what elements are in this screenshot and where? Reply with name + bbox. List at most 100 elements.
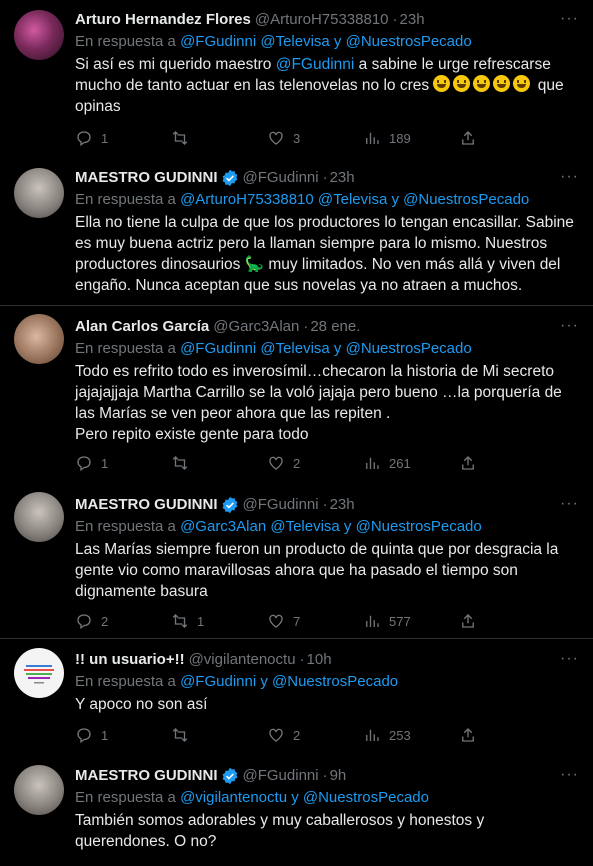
tweet[interactable]: MAESTRO GUDINNI @FGudinni · 23h ··· En r… [0, 484, 593, 639]
tweet-text: Todo es refrito todo es inverosímil…chec… [75, 363, 562, 443]
tweet-header: MAESTRO GUDINNI @FGudinni · 23h [75, 168, 579, 188]
like-button[interactable]: 2 [267, 726, 363, 744]
grinning-face-emoji [513, 75, 531, 92]
avatar[interactable] [14, 10, 64, 60]
reply-mentions[interactable]: @ArturoH75338810 @Televisa y @NuestrosPe… [180, 191, 529, 208]
avatar[interactable] [14, 168, 64, 218]
more-options-icon[interactable]: ··· [560, 168, 579, 186]
more-options-icon[interactable]: ··· [560, 317, 579, 335]
reply-count: 1 [101, 130, 109, 146]
user-handle[interactable]: @vigilantenoctu [189, 650, 296, 670]
reply-icon [77, 728, 91, 744]
retweet-button[interactable] [171, 129, 267, 147]
share-button[interactable] [459, 612, 477, 630]
tweet-text: Las Marías siempre fueron un producto de… [75, 541, 563, 600]
more-options-icon[interactable]: ··· [560, 766, 579, 784]
display-name[interactable]: MAESTRO GUDINNI [75, 766, 218, 786]
like-button[interactable]: 7 [267, 612, 363, 630]
reply-context: En respuesta a @FGudinni @Televisa y @Nu… [75, 32, 579, 52]
display-name[interactable]: Arturo Hernandez Flores [75, 10, 251, 30]
more-options-icon[interactable]: ··· [560, 10, 579, 28]
retweet-button[interactable] [171, 726, 267, 744]
retweet-button[interactable]: 1 [171, 612, 267, 630]
display-name[interactable]: Alan Carlos García [75, 317, 209, 337]
reply-count: 2 [101, 613, 109, 629]
share-button[interactable] [459, 726, 477, 744]
retweet-button[interactable] [171, 454, 267, 472]
separator-dot: · [392, 11, 398, 28]
avatar[interactable] [14, 492, 64, 542]
share-button[interactable] [459, 129, 477, 147]
timestamp[interactable]: 28 ene. [310, 317, 360, 337]
tweet[interactable]: Arturo Hernandez Flores @ArturoH75338810… [0, 0, 593, 160]
reply-context: En respuesta a @ArturoH75338810 @Televis… [75, 190, 579, 210]
reply-prefix: En respuesta a [75, 340, 176, 357]
reply-mentions[interactable]: @vigilantenoctu y @NuestrosPecado [180, 789, 429, 806]
tweet[interactable]: !! un usuario+!! @vigilantenoctu · 10h ·… [0, 640, 593, 755]
user-handle[interactable]: @Garc3Alan [213, 317, 299, 337]
reply-prefix: En respuesta a [75, 673, 176, 690]
timestamp[interactable]: 23h [400, 10, 425, 30]
separator-dot: · [303, 318, 309, 335]
timestamp[interactable]: 9h [330, 766, 347, 786]
retweet-icon [172, 614, 188, 628]
user-handle[interactable]: @FGudinni [243, 495, 319, 515]
user-handle[interactable]: @ArturoH75338810 [255, 10, 389, 30]
reply-button[interactable]: 1 [75, 129, 171, 147]
separator-dot: · [322, 496, 328, 513]
more-options-icon[interactable]: ··· [560, 495, 579, 513]
grinning-face-emoji [473, 75, 491, 92]
reply-mentions[interactable]: @Garc3Alan @Televisa y @NuestrosPecado [180, 518, 482, 535]
tweet[interactable]: Alan Carlos García @Garc3Alan · 28 ene. … [0, 306, 593, 484]
tweet-text: También somos adorables y muy caballeros… [75, 812, 489, 850]
like-button[interactable]: 2 [267, 454, 363, 472]
retweet-icon [172, 456, 188, 470]
views-button[interactable]: 261 [363, 454, 459, 472]
share-button[interactable] [459, 454, 477, 472]
user-handle[interactable]: @FGudinni [243, 766, 319, 786]
reply-context: En respuesta a @Garc3Alan @Televisa y @N… [75, 517, 579, 537]
grinning-face-emoji [453, 75, 471, 92]
view-count: 253 [389, 727, 411, 743]
reply-mentions[interactable]: @FGudinni @Televisa y @NuestrosPecado [180, 340, 472, 357]
like-button[interactable]: 3 [267, 129, 363, 147]
more-options-icon[interactable]: ··· [560, 650, 579, 668]
tweet[interactable]: MAESTRO GUDINNI @FGudinni · 9h ··· En re… [0, 755, 593, 866]
display-name[interactable]: MAESTRO GUDINNI [75, 168, 218, 188]
views-button[interactable]: 189 [363, 129, 459, 147]
tweet[interactable]: MAESTRO GUDINNI @FGudinni · 23h ··· En r… [0, 160, 593, 306]
timestamp[interactable]: 23h [330, 495, 355, 515]
heart-icon [269, 456, 283, 470]
display-name[interactable]: MAESTRO GUDINNI [75, 495, 218, 515]
action-bar: 1 2 261 [75, 453, 579, 473]
user-handle[interactable]: @FGudinni [243, 168, 319, 188]
reply-button[interactable]: 2 [75, 612, 171, 630]
reply-button[interactable]: 1 [75, 454, 171, 472]
action-bar: 2 1 7 577 [75, 611, 579, 631]
tweet-text: Ella no tiene la culpa de que los produc… [75, 214, 579, 294]
reply-mentions[interactable]: @FGudinni @Televisa y @NuestrosPecado [180, 33, 472, 50]
grinning-face-emoji [493, 75, 511, 92]
views-button[interactable]: 253 [363, 726, 459, 744]
timestamp[interactable]: 23h [330, 168, 355, 188]
reply-context: En respuesta a @FGudinni @Televisa y @Nu… [75, 339, 579, 359]
mention-link[interactable]: @FGudinni [276, 56, 355, 73]
action-bar: 1 2 253 [75, 725, 579, 745]
views-icon [366, 729, 379, 741]
tweet-text: Si así es mi querido maestro @FGudinni a… [75, 54, 579, 117]
reply-button[interactable]: 1 [75, 726, 171, 744]
reply-context: En respuesta a @vigilantenoctu y @Nuestr… [75, 788, 579, 808]
views-button[interactable]: 577 [363, 612, 459, 630]
tweet-text: Y apoco no son así [75, 696, 208, 713]
avatar[interactable] [14, 648, 64, 698]
tweet-header: Arturo Hernandez Flores @ArturoH75338810… [75, 10, 579, 30]
avatar[interactable] [14, 314, 64, 364]
reply-mentions[interactable]: @FGudinni y @NuestrosPecado [180, 673, 398, 690]
display-name[interactable]: !! un usuario+!! [75, 650, 185, 670]
reply-context: En respuesta a @FGudinni y @NuestrosPeca… [75, 672, 579, 692]
timestamp[interactable]: 10h [307, 650, 332, 670]
share-icon [462, 131, 474, 145]
reply-icon [77, 456, 91, 472]
reply-prefix: En respuesta a [75, 518, 176, 535]
avatar[interactable] [14, 765, 64, 815]
